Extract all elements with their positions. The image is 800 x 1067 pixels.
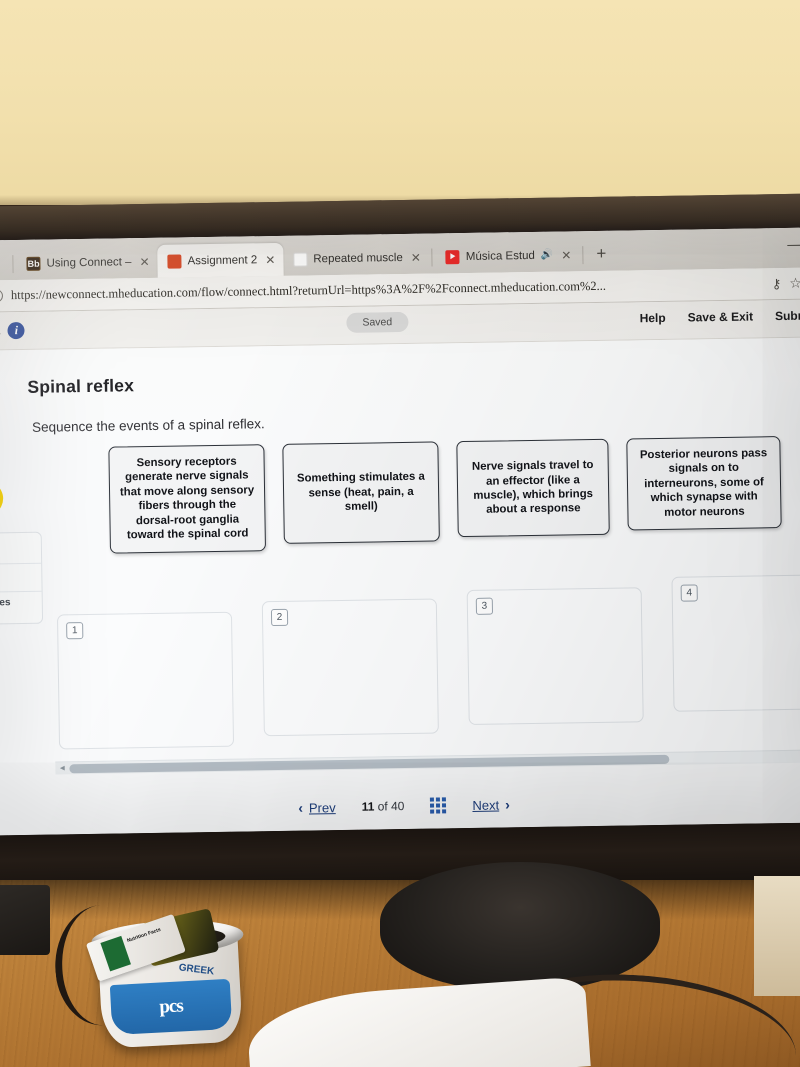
tab-audio-icon[interactable]: 🔊 (541, 250, 554, 261)
browser-tab-musica-estudiar[interactable]: Música Estud 🔊 ✕ (436, 238, 580, 273)
question-prompt: Sequence the events of a spinal reflex. (31, 416, 265, 435)
blackboard-icon: Bb (26, 256, 41, 271)
cup-brand-band: pcs (109, 978, 233, 1036)
close-icon[interactable]: ✕ (139, 254, 149, 268)
drop-zone-number: 1 (66, 622, 84, 640)
browser-tab-using-connect[interactable]: Bb Using Connect – ✕ (16, 245, 158, 280)
highlight-circle (0, 478, 4, 520)
option-card[interactable]: Nerve signals travel to an effector (lik… (456, 438, 610, 538)
computer-monitor: ✕ Bb Using Connect – ✕ Assignment 2 ✕ (0, 193, 800, 908)
status-badge: Saved (346, 311, 409, 333)
new-tab-button[interactable]: + (586, 244, 616, 271)
option-card[interactable]: Sensory receptors generate nerve signals… (108, 444, 266, 554)
drop-zone-2[interactable]: 2 (261, 598, 439, 737)
url-text[interactable]: https://newconnect.mheducation.com/flow/… (11, 276, 764, 303)
left-side-panel-partial[interactable]: ces (0, 531, 44, 626)
submit-button[interactable]: Subm (775, 309, 800, 324)
chevron-left-icon: ‹ (298, 799, 304, 816)
info-icon[interactable]: i (7, 321, 26, 340)
current-page: 11 (361, 799, 375, 814)
header-actions: Help Save & Exit Subm (640, 309, 800, 326)
tab-divider (431, 248, 434, 267)
of-label: of (377, 799, 388, 814)
monitor-screen: ✕ Bb Using Connect – ✕ Assignment 2 ✕ (0, 227, 800, 836)
chevron-right-icon: › (504, 796, 510, 813)
scrollbar-thumb[interactable] (69, 754, 670, 774)
room-wall (0, 0, 800, 205)
close-icon[interactable]: ✕ (265, 252, 275, 266)
browser-tab-assignment-2[interactable]: Assignment 2 ✕ (157, 242, 284, 278)
save-and-exit-button[interactable]: Save & Exit (688, 309, 754, 324)
next-label: Next (472, 797, 500, 813)
cup-brand-text: pcs (158, 995, 184, 1018)
drop-zone-number: 2 (270, 608, 289, 627)
tab-label: Música Estud (465, 249, 535, 263)
browser-tab-repeated-muscle[interactable]: G Repeated muscle ✕ (283, 241, 429, 276)
page-counter: 11 of 40 (362, 799, 405, 814)
browser-tab-partial[interactable]: ✕ (0, 247, 10, 280)
help-button[interactable]: Help (640, 311, 666, 325)
prev-label: Prev (308, 799, 336, 816)
drop-zone-number: 3 (475, 597, 494, 615)
lock-icon (0, 289, 4, 303)
option-card[interactable]: Something stimulates a sense (heat, pain… (282, 441, 440, 544)
panel-divider (0, 590, 42, 594)
option-card[interactable]: Posterior neurons pass signals on to int… (626, 436, 782, 531)
drop-zones-row: 1 2 3 4 (56, 574, 800, 750)
assignment-title: t 2 (0, 323, 1, 339)
tab-label: Repeated muscle (313, 251, 403, 265)
grid-view-icon[interactable] (430, 797, 447, 814)
star-icon[interactable]: ☆ (789, 275, 800, 292)
drop-zone-1[interactable]: 1 (56, 611, 235, 750)
tab-divider (12, 255, 14, 274)
panel-label-partial: ces (0, 597, 11, 609)
prev-button[interactable]: ‹ Prev (298, 799, 336, 816)
drop-zone-4[interactable]: 4 (671, 574, 800, 712)
monitor-stand-base (380, 862, 660, 992)
tab-divider (582, 246, 584, 265)
question-content-area: Spinal reflex Sequence the events of a s… (0, 337, 800, 836)
google-icon: G (293, 251, 308, 267)
yogurt-cup: Nutrition Facts GREEK pcs (85, 908, 245, 1049)
youtube-icon (445, 249, 460, 264)
next-button[interactable]: Next › (472, 796, 510, 813)
dark-object-on-desk (0, 885, 50, 955)
close-icon[interactable]: ✕ (0, 257, 2, 271)
mheducation-icon (167, 253, 182, 269)
key-icon[interactable]: ⚷ (772, 276, 782, 292)
chrome-browser-window: ✕ Bb Using Connect – ✕ Assignment 2 ✕ (0, 227, 800, 836)
total-pages: 40 (390, 799, 405, 814)
page-title: Spinal reflex (27, 375, 135, 397)
photograph-of-monitor: ✕ Bb Using Connect – ✕ Assignment 2 ✕ (0, 0, 800, 1067)
tab-label: Using Connect – (46, 255, 132, 270)
wall-corner (754, 876, 800, 996)
panel-divider (0, 562, 42, 566)
nutrition-facts-text: Nutrition Facts (126, 926, 162, 945)
drop-zone-3[interactable]: 3 (466, 587, 644, 726)
window-minimize-button[interactable]: — (787, 236, 800, 252)
close-icon[interactable]: ✕ (561, 248, 571, 262)
tab-label: Assignment 2 (187, 253, 258, 267)
drop-zone-number: 4 (680, 584, 698, 602)
close-icon[interactable]: ✕ (411, 250, 421, 264)
horizontal-scrollbar[interactable]: ◄ ► (55, 749, 800, 775)
draggable-options-row: Sensory receptors generate nerve signals… (108, 435, 800, 554)
scroll-left-icon[interactable]: ◄ (58, 763, 66, 772)
